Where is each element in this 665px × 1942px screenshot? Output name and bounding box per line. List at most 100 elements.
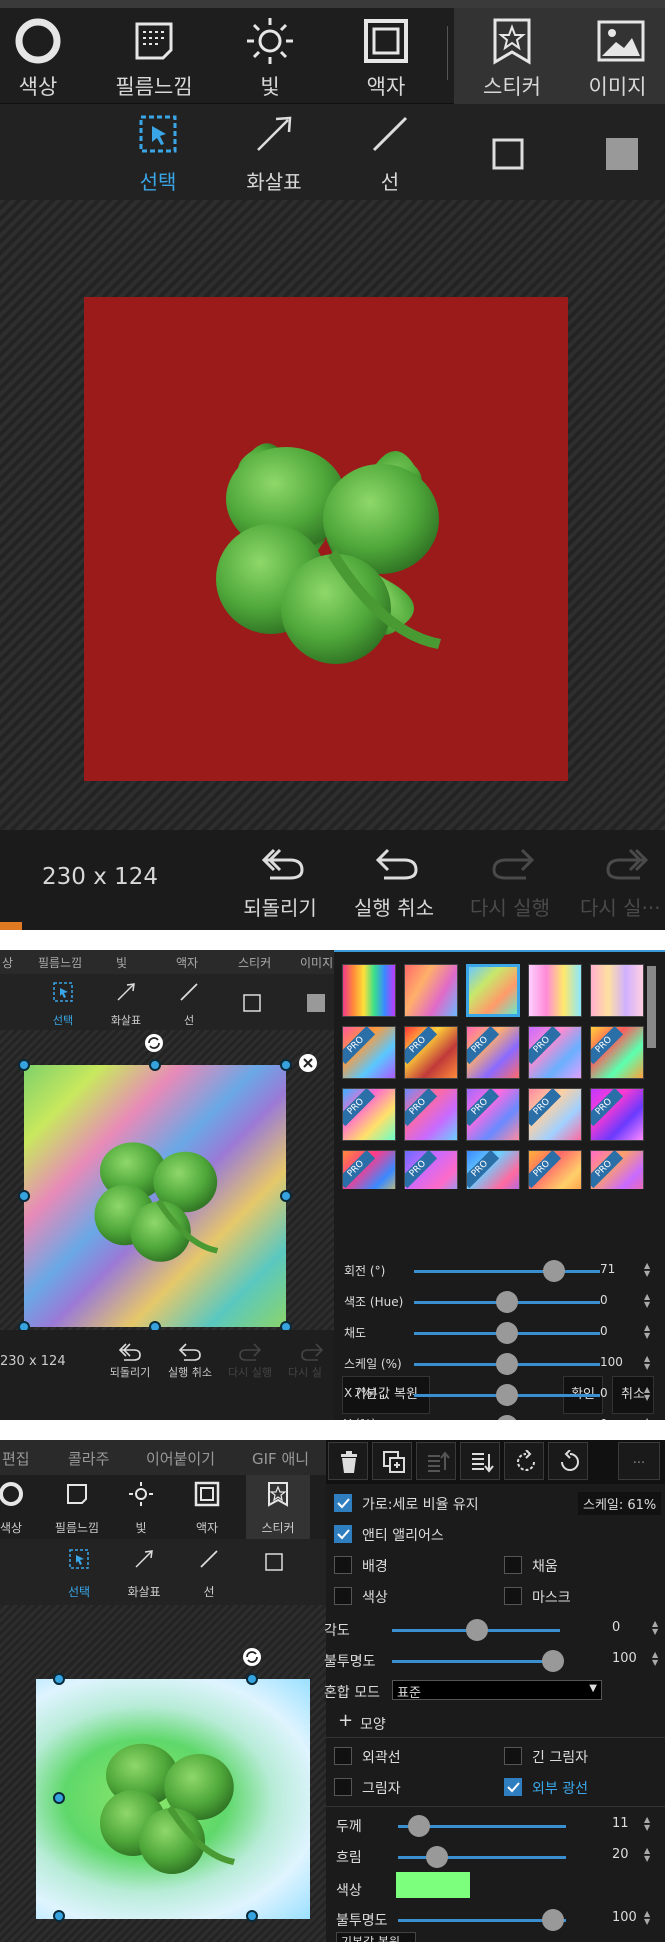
tool-frame[interactable]: 액자	[346, 8, 426, 104]
outline-checkbox[interactable]	[334, 1747, 352, 1765]
menu-edit[interactable]: 편집	[2, 1448, 30, 1469]
menu-collage[interactable]: 콜라주	[68, 1448, 109, 1469]
glow-opacity-spinner[interactable]: ▲ ▼	[644, 1910, 650, 1926]
slider-spinner[interactable]: ▲▼	[644, 1293, 650, 1309]
outer-glow-checkbox[interactable]	[504, 1778, 522, 1796]
mini-tab-frame[interactable]: 액자	[176, 954, 198, 971]
undo-button[interactable]: 실행 취소	[162, 1338, 218, 1379]
resize-handle-mr[interactable]	[280, 1190, 292, 1202]
opacity-slider-track[interactable]	[392, 1660, 560, 1663]
mini-tab-light[interactable]: 빛	[116, 954, 127, 971]
thickness-slider-knob[interactable]	[408, 1815, 430, 1837]
tool-light[interactable]: 빛	[124, 1475, 158, 1539]
slider-value[interactable]: 100	[600, 1355, 623, 1369]
mini-tab-color[interactable]: 상	[2, 954, 13, 971]
revert-button[interactable]: 되돌리기	[102, 1338, 158, 1379]
thickness-spinner[interactable]: ▲ ▼	[644, 1816, 650, 1832]
slider-knob[interactable]	[496, 1353, 518, 1375]
resize-handle-br[interactable]	[246, 1910, 258, 1922]
slider-knob[interactable]	[496, 1322, 518, 1344]
pattern-grid-scrollbar[interactable]	[647, 966, 656, 1048]
tool-sticker[interactable]: 스티커	[454, 8, 570, 104]
tool-color[interactable]: 색상	[0, 8, 76, 104]
slider-value[interactable]: 0	[600, 1417, 608, 1420]
slider-track[interactable]	[414, 1270, 600, 1273]
photo-canvas[interactable]	[84, 297, 568, 781]
long-shadow-checkbox[interactable]	[504, 1747, 522, 1765]
slider-knob[interactable]	[496, 1291, 518, 1313]
rotate-left-button[interactable]	[504, 1442, 544, 1480]
pattern-thumb-pro[interactable]: PRO	[342, 1026, 396, 1079]
close-icon[interactable]	[298, 1053, 318, 1073]
slider-spinner[interactable]: ▲▼	[644, 1262, 650, 1278]
resize-handle-tl[interactable]	[18, 1059, 30, 1071]
opacity-value[interactable]: 100	[612, 1651, 637, 1666]
tool-image[interactable]: 이미지	[570, 8, 665, 104]
slider-knob[interactable]	[496, 1384, 518, 1406]
subtool-arrow[interactable]: 화살표	[122, 1539, 166, 1605]
thickness-value[interactable]: 11	[612, 1816, 629, 1831]
rotate-right-button[interactable]	[548, 1442, 588, 1480]
fill-checkbox[interactable]	[504, 1556, 522, 1574]
resize-handle-tl[interactable]	[53, 1673, 65, 1685]
pattern-thumb-pro[interactable]: PRO	[466, 1026, 520, 1079]
mini-tab-image[interactable]: 이미지	[300, 954, 333, 971]
bring-forward-button[interactable]	[416, 1442, 456, 1480]
blur-slider-knob[interactable]	[426, 1846, 448, 1868]
redo-button[interactable]: 다시 실행	[222, 1338, 278, 1379]
blur-slider-track[interactable]	[398, 1856, 566, 1859]
tool-film[interactable]: 필름느낌	[50, 1475, 104, 1539]
resize-handle-tr[interactable]	[280, 1059, 292, 1071]
subtool-line[interactable]: 선	[172, 974, 206, 1030]
opacity-slider-knob[interactable]	[542, 1650, 564, 1672]
mini-tab-film[interactable]: 필름느낌	[38, 954, 82, 971]
resize-handle-tc[interactable]	[149, 1059, 161, 1071]
slider-spinner[interactable]: ▲▼	[644, 1417, 650, 1421]
glow-opacity-slider-knob[interactable]	[542, 1909, 564, 1931]
shadow-checkbox[interactable]	[334, 1778, 352, 1796]
tool-film[interactable]: 필름느낌	[100, 8, 208, 104]
resize-handle-ml[interactable]	[18, 1190, 30, 1202]
subtool-rect-outline[interactable]	[262, 1539, 286, 1605]
antialias-checkbox[interactable]	[334, 1525, 352, 1543]
redo-button[interactable]: 다시 실행	[460, 830, 560, 922]
subtool-line[interactable]: 선	[352, 104, 428, 200]
pattern-sticker-preview[interactable]	[24, 1065, 286, 1327]
tool-color[interactable]: 색상	[0, 1475, 28, 1539]
slider-spinner[interactable]: ▲▼	[644, 1324, 650, 1340]
mini-tab-sticker[interactable]: 스티커	[238, 954, 271, 971]
pattern-thumb[interactable]	[404, 964, 458, 1017]
subtool-rect-outline[interactable]	[470, 104, 546, 200]
pattern-thumb-pro[interactable]: PRO	[528, 1150, 582, 1189]
keep-ratio-checkbox[interactable]	[334, 1494, 352, 1512]
slider-value[interactable]: 0	[600, 1293, 608, 1307]
slider-value[interactable]: 0	[600, 1324, 608, 1338]
revert-button[interactable]: 되돌리기	[232, 830, 328, 922]
slider-knob[interactable]	[542, 1260, 565, 1282]
clover-sticker[interactable]	[84, 297, 568, 781]
pattern-thumb-pro[interactable]: PRO	[590, 1026, 644, 1079]
subtool-select[interactable]: 선택	[120, 104, 196, 200]
menu-stitch[interactable]: 이어붙이기	[146, 1448, 215, 1469]
mask-checkbox[interactable]	[504, 1587, 522, 1605]
slider-value[interactable]: 0	[600, 1386, 608, 1400]
shape-section-header[interactable]: + 모양	[326, 1708, 665, 1738]
slider-spinner[interactable]: ▲▼	[644, 1355, 650, 1371]
pattern-thumb-pro[interactable]: PRO	[528, 1088, 582, 1141]
subtool-select[interactable]: 선택	[46, 974, 80, 1030]
angle-slider-knob[interactable]	[466, 1619, 488, 1641]
subtool-arrow[interactable]: 화살표	[236, 104, 312, 200]
pattern-thumb-pro[interactable]: PRO	[590, 1150, 644, 1189]
angle-value[interactable]: 0	[612, 1620, 620, 1635]
resize-handle-ml[interactable]	[53, 1792, 65, 1804]
pattern-thumb-pro[interactable]: PRO	[528, 1026, 582, 1079]
pattern-thumb-pro[interactable]: PRO	[466, 1088, 520, 1141]
subtool-rect-outline[interactable]	[240, 974, 264, 1030]
pattern-thumb-pro[interactable]: PRO	[590, 1088, 644, 1141]
resize-handle-tr[interactable]	[246, 1673, 258, 1685]
tool-sticker[interactable]: 스티커	[246, 1475, 310, 1539]
background-checkbox[interactable]	[334, 1556, 352, 1574]
tool-frame[interactable]: 액자	[190, 1475, 224, 1539]
pattern-thumb[interactable]	[590, 964, 644, 1017]
glow-opacity-slider-track[interactable]	[398, 1919, 566, 1922]
